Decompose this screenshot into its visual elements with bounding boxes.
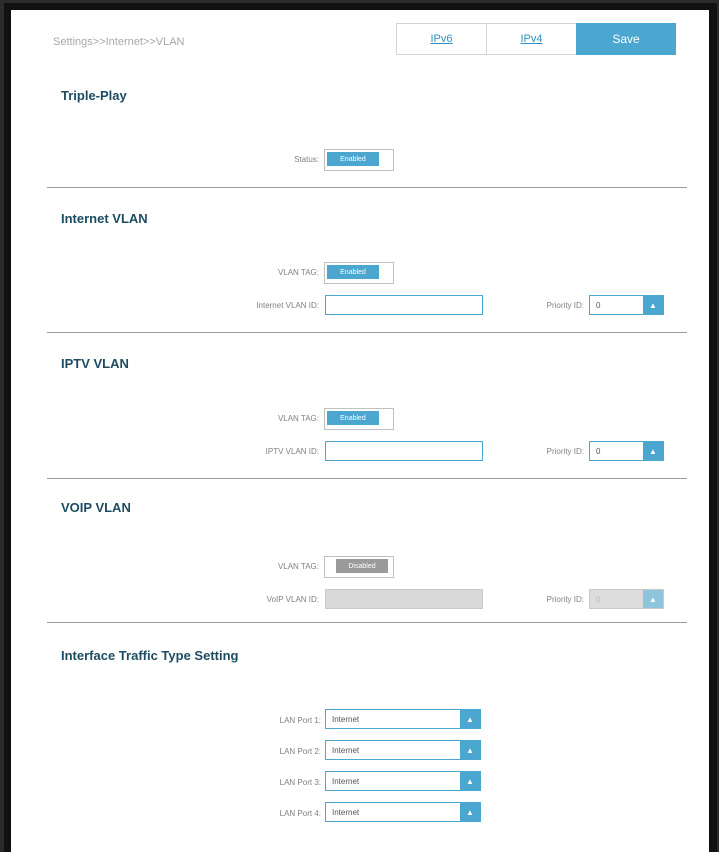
voip-priority-label: Priority ID: [546, 595, 584, 604]
chevron-down-icon: ▲ [643, 590, 663, 608]
internet-vlan-title: Internet VLAN [61, 211, 148, 226]
internet-priority-select[interactable]: 0 ▲ [589, 295, 664, 315]
internet-vlan-tag-value: Enabled [327, 265, 379, 279]
lan-port-2-label: LAN Port 2: [279, 747, 321, 756]
lan-port-1-value: Internet [332, 714, 360, 724]
iptv-priority-label: Priority ID: [546, 447, 584, 456]
lan-port-3-value: Internet [332, 776, 360, 786]
internet-priority-value: 0 [596, 300, 601, 310]
vlan-settings-page: Settings>>Internet>>VLAN IPv6 IPv4 Save … [11, 10, 709, 852]
iptv-vlan-tag-value: Enabled [327, 411, 379, 425]
voip-vlan-title: VOIP VLAN [61, 500, 131, 515]
iptv-vlan-tag-toggle[interactable]: Enabled [324, 408, 394, 430]
section-divider [47, 187, 687, 188]
iptv-priority-select[interactable]: 0 ▲ [589, 441, 664, 461]
top-button-group: IPv6 IPv4 Save [396, 23, 676, 55]
voip-vlan-tag-label: VLAN TAG: [277, 562, 319, 571]
chevron-down-icon: ▲ [460, 803, 480, 821]
iptv-vlan-tag-label: VLAN TAG: [277, 414, 319, 423]
voip-vlan-id-label: VoIP VLAN ID: [266, 595, 319, 604]
lan-port-4-select[interactable]: Internet ▲ [325, 802, 481, 822]
interface-traffic-title: Interface Traffic Type Setting [61, 648, 239, 663]
internet-vlan-id-label: Internet VLAN ID: [256, 301, 319, 310]
status-toggle-value: Enabled [327, 152, 379, 166]
lan-port-1-label: LAN Port 1: [279, 716, 321, 725]
internet-vlan-tag-label: VLAN TAG: [277, 268, 319, 277]
iptv-priority-value: 0 [596, 446, 601, 456]
chevron-down-icon: ▲ [643, 296, 663, 314]
section-divider [47, 478, 687, 479]
section-divider [47, 332, 687, 333]
ipv4-tab-button[interactable]: IPv4 [486, 23, 576, 55]
internet-priority-label: Priority ID: [546, 301, 584, 310]
status-toggle[interactable]: Enabled [324, 149, 394, 171]
lan-port-4-value: Internet [332, 807, 360, 817]
lan-port-2-select[interactable]: Internet ▲ [325, 740, 481, 760]
breadcrumb: Settings>>Internet>>VLAN [53, 36, 185, 48]
voip-priority-value: 0 [596, 594, 601, 604]
status-label: Status: [294, 155, 319, 164]
triple-play-title: Triple-Play [61, 88, 127, 103]
chevron-down-icon: ▲ [460, 710, 480, 728]
chevron-down-icon: ▲ [460, 741, 480, 759]
lan-port-4-label: LAN Port 4: [279, 809, 321, 818]
lan-port-3-label: LAN Port 3: [279, 778, 321, 787]
iptv-vlan-id-label: IPTV VLAN ID: [265, 447, 319, 456]
voip-vlan-tag-value: Disabled [336, 559, 388, 573]
iptv-vlan-title: IPTV VLAN [61, 356, 129, 371]
window-frame: Settings>>Internet>>VLAN IPv6 IPv4 Save … [4, 3, 717, 852]
chevron-down-icon: ▲ [643, 442, 663, 460]
lan-port-3-select[interactable]: Internet ▲ [325, 771, 481, 791]
voip-vlan-tag-toggle[interactable]: Disabled [324, 556, 394, 578]
lan-port-2-value: Internet [332, 745, 360, 755]
ipv6-tab-button[interactable]: IPv6 [396, 23, 486, 55]
voip-priority-select[interactable]: 0 ▲ [589, 589, 664, 609]
chevron-down-icon: ▲ [460, 772, 480, 790]
section-divider [47, 622, 687, 623]
save-button[interactable]: Save [576, 23, 676, 55]
internet-vlan-tag-toggle[interactable]: Enabled [324, 262, 394, 284]
lan-port-1-select[interactable]: Internet ▲ [325, 709, 481, 729]
